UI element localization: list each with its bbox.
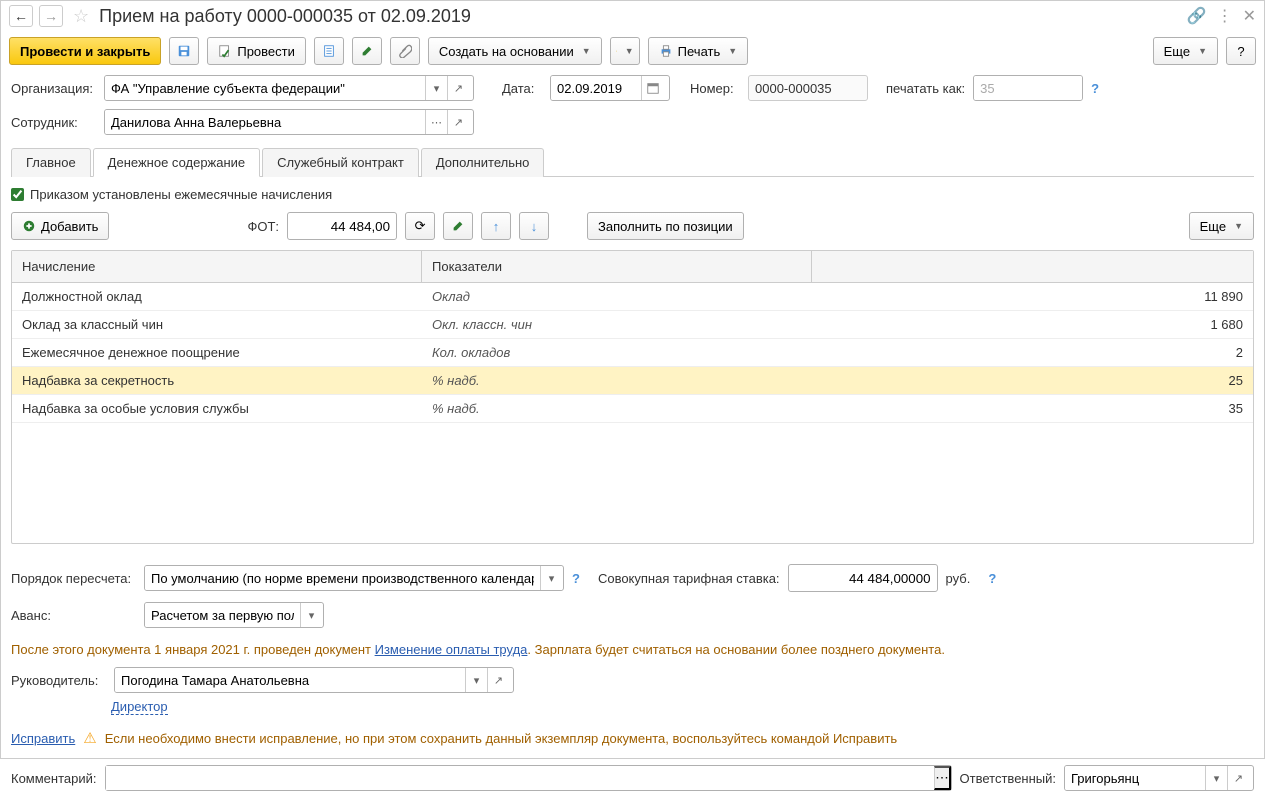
manager-input[interactable] — [115, 668, 465, 692]
help-icon-recalc[interactable]: ? — [572, 571, 580, 586]
calendar-btn[interactable] — [641, 76, 663, 100]
fot-label: ФОТ: — [247, 219, 279, 234]
nav-forward-button[interactable]: → — [39, 5, 63, 27]
pencil-icon — [360, 44, 374, 58]
table-row[interactable]: Надбавка за особые условия службы % надб… — [12, 395, 1253, 423]
refresh-button[interactable]: ⟳ — [405, 212, 435, 240]
employee-input[interactable] — [105, 110, 425, 134]
post-and-close-button[interactable]: Провести и закрыть — [9, 37, 161, 65]
save-icon — [177, 44, 191, 58]
edit-row-button[interactable] — [443, 212, 473, 240]
total-rate-unit: руб. — [946, 571, 971, 586]
advance-input[interactable] — [145, 603, 300, 627]
fix-link[interactable]: Исправить — [11, 731, 75, 746]
comment-label: Комментарий: — [11, 771, 97, 786]
advance-dropdown[interactable]: ▾ — [300, 603, 322, 627]
th-indicators: Показатели — [422, 251, 812, 282]
create-based-button[interactable]: Создать на основании▼ — [428, 37, 602, 65]
number-display: 0000-000035 — [748, 75, 868, 101]
tab-salary[interactable]: Денежное содержание — [93, 148, 260, 177]
print-button[interactable]: Печать▼ — [648, 37, 749, 65]
save-button[interactable] — [169, 37, 199, 65]
change-pay-link[interactable]: Изменение оплаты труда — [375, 642, 528, 657]
employee-open-btn[interactable]: ↗ — [447, 110, 469, 134]
org-input[interactable] — [105, 76, 425, 100]
date-label: Дата: — [502, 81, 542, 96]
print-as-label: печатать как: — [886, 81, 965, 96]
attach-button[interactable] — [390, 37, 420, 65]
folder-arrow-icon — [616, 44, 617, 58]
recalc-input[interactable] — [145, 566, 540, 590]
warning-text: Если необходимо внести исправление, но п… — [105, 731, 897, 746]
accruals-table: Начисление Показатели Должностной оклад … — [11, 250, 1254, 544]
number-label: Номер: — [690, 81, 740, 96]
tab-main[interactable]: Главное — [11, 148, 91, 177]
comment-input[interactable] — [106, 766, 935, 790]
table-row[interactable]: Оклад за классный чин Окл. классн. чин 1… — [12, 311, 1253, 339]
pencil-icon — [451, 219, 465, 233]
edit-button[interactable] — [352, 37, 382, 65]
responsible-label: Ответственный: — [960, 771, 1056, 786]
monthly-accruals-label: Приказом установлены ежемесячные начисле… — [30, 187, 332, 202]
total-rate-label: Совокупная тарифная ставка: — [598, 571, 780, 586]
print-as-input[interactable] — [974, 76, 1082, 100]
recalc-dropdown[interactable]: ▾ — [540, 566, 562, 590]
org-label: Организация: — [11, 81, 96, 96]
table-row[interactable]: Должностной оклад Оклад 11 890 — [12, 283, 1253, 311]
more-button[interactable]: Еще▼ — [1153, 37, 1218, 65]
org-dropdown-btn[interactable]: ▾ — [425, 76, 447, 100]
table-more-button[interactable]: Еще▼ — [1189, 212, 1254, 240]
manager-dropdown[interactable]: ▾ — [465, 668, 487, 692]
help-button[interactable]: ? — [1226, 37, 1256, 65]
warning-icon: ⚠ — [83, 729, 96, 747]
move-down-button[interactable]: ↓ — [519, 212, 549, 240]
paperclip-icon — [398, 44, 412, 58]
related-button[interactable]: ▼ — [610, 37, 640, 65]
table-row[interactable]: Надбавка за секретность % надб. 25 — [12, 367, 1253, 395]
responsible-open[interactable]: ↗ — [1227, 766, 1249, 790]
fot-input[interactable] — [287, 212, 397, 240]
th-value — [812, 251, 1253, 282]
post-button[interactable]: Провести — [207, 37, 306, 65]
fill-by-position-button[interactable]: Заполнить по позиции — [587, 212, 744, 240]
help-icon-rate[interactable]: ? — [988, 571, 996, 586]
window-title: Прием на работу 0000-000035 от 02.09.201… — [99, 6, 1181, 27]
recalc-label: Порядок пересчета: — [11, 571, 136, 586]
post-icon — [218, 44, 232, 58]
table-row[interactable]: Ежемесячное денежное поощрение Кол. окла… — [12, 339, 1253, 367]
tab-additional[interactable]: Дополнительно — [421, 148, 545, 177]
org-open-btn[interactable]: ↗ — [447, 76, 469, 100]
monthly-accruals-checkbox[interactable] — [11, 188, 24, 201]
nav-back-button[interactable]: ← — [9, 5, 33, 27]
help-icon-printas[interactable]: ? — [1091, 81, 1099, 96]
date-input[interactable] — [551, 76, 641, 100]
document-icon — [322, 44, 336, 58]
menu-icon[interactable]: ⋮ — [1217, 6, 1233, 26]
responsible-dropdown[interactable]: ▾ — [1205, 766, 1227, 790]
document-button[interactable] — [314, 37, 344, 65]
responsible-input[interactable] — [1065, 766, 1205, 790]
add-button[interactable]: Добавить — [11, 212, 109, 240]
add-icon — [22, 219, 36, 233]
favorite-icon[interactable]: ☆ — [73, 6, 89, 27]
total-rate-input[interactable] — [788, 564, 938, 592]
link-icon[interactable]: 🔗 — [1187, 6, 1207, 26]
info-text: После этого документа 1 января 2021 г. п… — [11, 638, 1254, 667]
employee-select-btn[interactable]: ⋯ — [425, 110, 447, 134]
manager-label: Руководитель: — [11, 673, 106, 688]
tab-contract[interactable]: Служебный контракт — [262, 148, 419, 177]
comment-select[interactable]: ⋯ — [934, 766, 950, 790]
advance-label: Аванс: — [11, 608, 136, 623]
th-accrual: Начисление — [12, 251, 422, 282]
calendar-icon — [646, 81, 660, 95]
move-up-button[interactable]: ↑ — [481, 212, 511, 240]
manager-open[interactable]: ↗ — [487, 668, 509, 692]
close-icon[interactable]: ✕ — [1243, 6, 1256, 26]
printer-icon — [659, 44, 673, 58]
manager-position-link[interactable]: Директор — [111, 699, 168, 715]
employee-label: Сотрудник: — [11, 115, 96, 130]
